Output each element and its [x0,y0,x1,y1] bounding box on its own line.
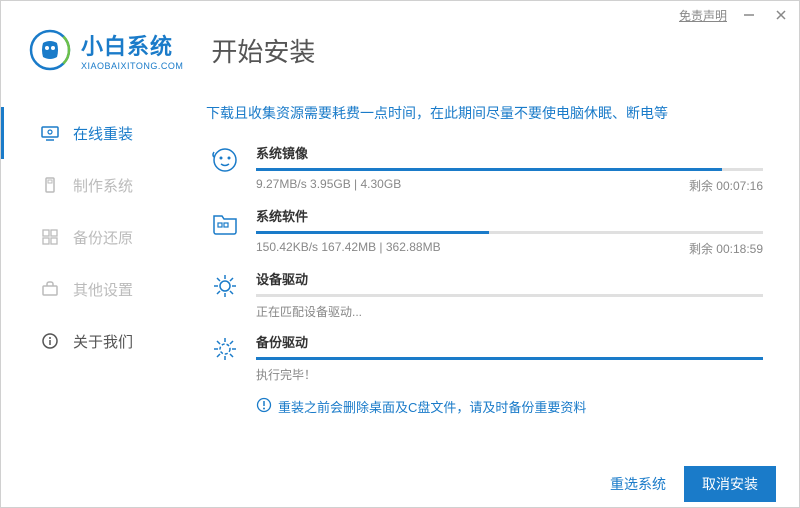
close-button[interactable] [771,5,791,25]
warning-message: 重装之前会删除桌面及C盘文件，请及时备份重要资料 [256,397,763,416]
minimize-button[interactable] [739,5,759,25]
sidebar-item-make[interactable]: 制作系统 [1,159,176,211]
reselect-system-button[interactable]: 重选系统 [610,474,666,494]
gear-icon [206,269,244,320]
info-icon [41,332,59,350]
task-remaining: 剩余 00:18:59 [689,240,763,257]
sidebar-item-label: 其他设置 [73,279,133,300]
task-name: 系统软件 [256,206,763,225]
task-remaining: 剩余 00:07:16 [689,177,763,194]
sidebar-item-label: 关于我们 [73,331,133,352]
task-name: 备份驱动 [256,332,763,351]
progress-bar [256,294,763,297]
task-detail: 执行完毕！ [256,366,316,383]
page-title: 开始安装 [211,32,315,69]
usb-icon [41,176,59,194]
folder-icon [206,206,244,257]
task-detail: 正在匹配设备驱动... [256,303,362,320]
monitor-icon [41,124,59,142]
logo-icon [29,29,71,71]
task-detail: 150.42KB/s 167.42MB | 362.88MB [256,240,441,257]
progress-bar [256,168,763,171]
install-hint: 下载且收集资源需要耗费一点时间，在此期间尽量不要使电脑休眠、断电等 [206,103,763,123]
sidebar-item-label: 在线重装 [73,123,133,144]
task-system-image: 系统镜像 9.27MB/s 3.95GB | 4.30GB 剩余 00:07:1… [206,143,763,194]
progress-bar [256,231,763,234]
task-backup-driver: 备份驱动 执行完毕！ [206,332,763,383]
face-icon [206,143,244,194]
sidebar-item-settings[interactable]: 其他设置 [1,263,176,315]
main-content: 下载且收集资源需要耗费一点时间，在此期间尽量不要使电脑休眠、断电等 系统镜像 9… [176,79,799,463]
task-device-driver: 设备驱动 正在匹配设备驱动... [206,269,763,320]
alert-icon [256,397,272,416]
task-system-software: 系统软件 150.42KB/s 167.42MB | 362.88MB 剩余 0… [206,206,763,257]
task-name: 系统镜像 [256,143,763,162]
cancel-install-button[interactable]: 取消安装 [684,466,776,502]
brand-subtitle: XIAOBAIXITONG.COM [81,61,183,71]
sidebar-item-about[interactable]: 关于我们 [1,315,176,367]
disclaimer-link[interactable]: 免责声明 [679,7,727,24]
task-detail: 9.27MB/s 3.95GB | 4.30GB [256,177,401,194]
sidebar-item-label: 制作系统 [73,175,133,196]
grid-icon [41,228,59,246]
brand: 小白系统 XIAOBAIXITONG.COM [81,29,183,71]
brand-title: 小白系统 [81,29,183,61]
sidebar-item-reinstall[interactable]: 在线重装 [1,107,176,159]
progress-bar [256,357,763,360]
sidebar: 在线重装 制作系统 备份还原 其他设置 关于我们 [1,79,176,463]
sidebar-item-label: 备份还原 [73,227,133,248]
gear-dashed-icon [206,332,244,383]
sidebar-item-backup[interactable]: 备份还原 [1,211,176,263]
warning-text: 重装之前会删除桌面及C盘文件，请及时备份重要资料 [278,397,586,416]
toolbox-icon [41,280,59,298]
task-name: 设备驱动 [256,269,763,288]
